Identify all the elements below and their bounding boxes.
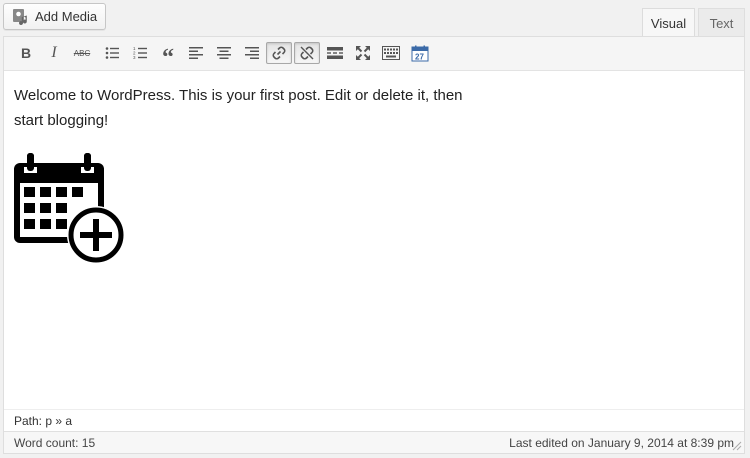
resize-handle-icon[interactable] — [730, 439, 742, 451]
calendar-plugin-icon: 27 — [411, 45, 429, 61]
bold-icon: B — [20, 45, 32, 61]
add-media-button[interactable]: Add Media — [3, 3, 106, 30]
align-left-icon — [189, 47, 203, 59]
status-bar: Word count: 15 Last edited on January 9,… — [4, 431, 744, 453]
italic-icon: I — [51, 44, 57, 61]
editor-frame: B I ABC 1 2 3 “ 27 Welcome to WordPress.… — [3, 36, 745, 454]
remove-link-button[interactable] — [294, 42, 320, 64]
fullscreen-icon — [356, 46, 370, 60]
unlink-icon — [300, 46, 314, 60]
align-center-button[interactable] — [212, 42, 236, 64]
post-paragraph: Welcome to WordPress. This is your first… — [14, 87, 463, 129]
insert-more-button[interactable] — [323, 42, 347, 64]
bullet-list-icon — [105, 47, 119, 59]
italic-button[interactable]: I — [42, 42, 66, 64]
numbered-list-button[interactable]: 1 2 3 — [128, 42, 152, 64]
blockquote-icon: “ — [162, 45, 174, 71]
svg-text:27: 27 — [415, 52, 424, 61]
blockquote-button[interactable]: “ — [156, 42, 180, 71]
editor-toolbar: B I ABC 1 2 3 “ 27 — [4, 37, 744, 71]
toolbar-toggle-button[interactable] — [379, 42, 403, 64]
last-edited: Last edited on January 9, 2014 at 8:39 p… — [509, 435, 734, 450]
link-icon — [272, 46, 286, 60]
strikethrough-button[interactable]: ABC — [70, 42, 94, 64]
align-center-icon — [217, 47, 231, 59]
insert-link-button[interactable] — [266, 42, 292, 64]
element-path: Path: p » a — [4, 409, 744, 431]
tab-visual[interactable]: Visual — [642, 8, 695, 38]
path-text: Path: p » a — [14, 413, 73, 428]
fullscreen-button[interactable] — [351, 42, 375, 64]
calendar-add-icon — [14, 153, 125, 264]
read-more-icon — [327, 47, 343, 59]
post-content[interactable]: Welcome to WordPress. This is your first… — [14, 83, 494, 133]
tab-text[interactable]: Text — [698, 8, 745, 37]
insert-event-button[interactable]: 27 — [408, 42, 432, 64]
bullet-list-button[interactable] — [100, 42, 124, 64]
numbered-list-icon: 1 2 3 — [133, 46, 147, 60]
align-right-icon — [245, 47, 259, 59]
add-media-label: Add Media — [35, 9, 98, 24]
svg-text:3: 3 — [133, 55, 136, 60]
keyboard-icon — [382, 46, 400, 60]
add-media-icon — [13, 8, 27, 25]
bold-button[interactable]: B — [14, 42, 38, 64]
align-right-button[interactable] — [240, 42, 264, 64]
align-left-button[interactable] — [184, 42, 208, 64]
word-count: Word count: 15 — [14, 435, 96, 450]
strikethrough-icon: ABC — [73, 48, 91, 58]
